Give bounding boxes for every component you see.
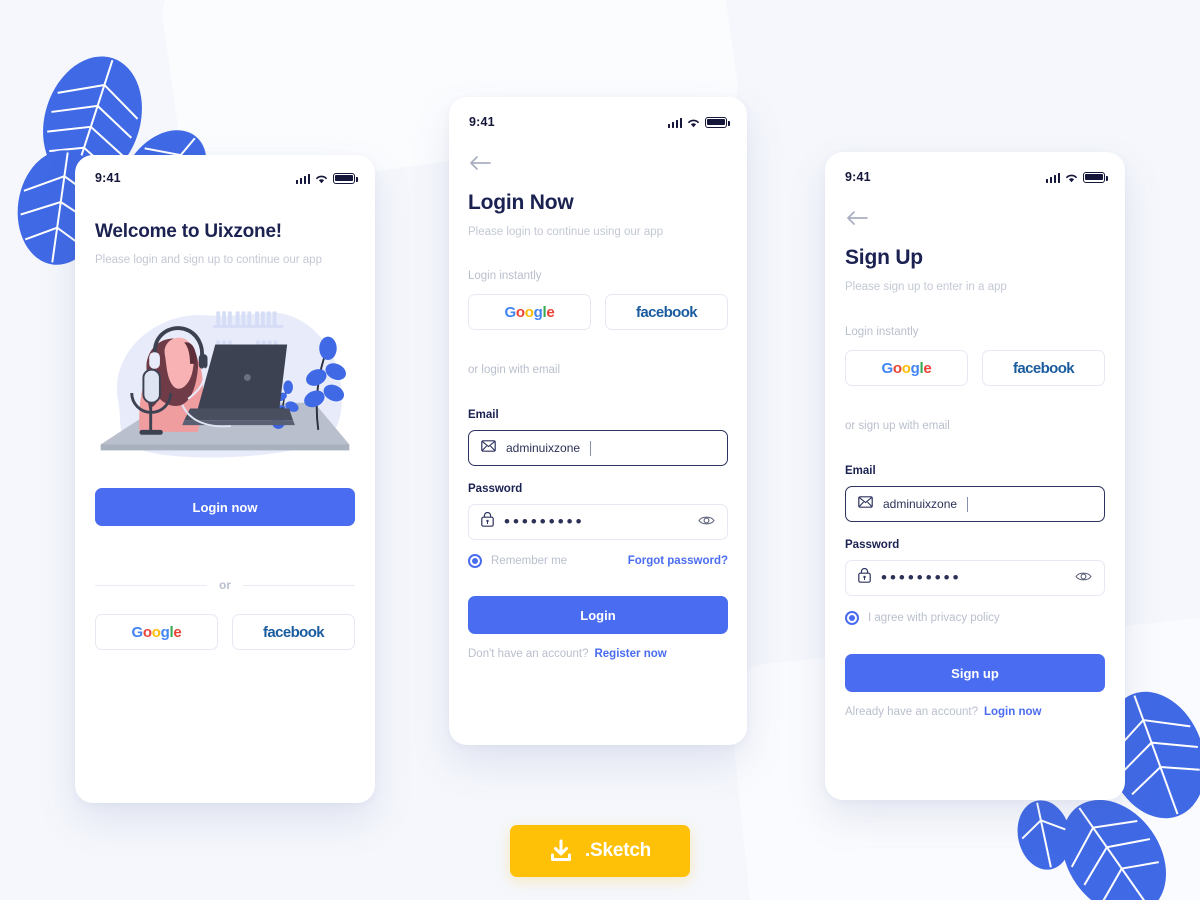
- facebook-login-button[interactable]: facebook: [605, 294, 728, 330]
- battery-icon: [705, 116, 730, 128]
- page-subtitle: Please sign up to enter in a app: [845, 281, 1007, 293]
- privacy-policy-radio[interactable]: [845, 611, 859, 625]
- page-title: Login Now: [468, 191, 574, 214]
- email-divider-label: or login with email: [468, 364, 561, 376]
- phone-screen-welcome: 9:41 Welcome to Uixzone! Please login an…: [75, 155, 375, 803]
- email-value: adminuixzone: [506, 441, 581, 455]
- google-logo: Google: [131, 623, 182, 641]
- status-bar: 9:41: [449, 105, 747, 139]
- status-bar: 9:41: [75, 161, 375, 195]
- download-sketch-label: .Sketch: [584, 840, 652, 861]
- lock-icon: [858, 567, 871, 588]
- facebook-login-button[interactable]: facebook: [232, 614, 355, 650]
- welcome-illustration: [75, 284, 375, 474]
- status-icons: [295, 172, 358, 184]
- or-divider-label: or: [219, 578, 231, 592]
- eye-icon[interactable]: [1075, 569, 1092, 587]
- facebook-logo: facebook: [635, 303, 698, 321]
- google-logo: Google: [881, 359, 932, 377]
- email-field[interactable]: adminuixzone: [845, 486, 1105, 522]
- login-instantly-label: Login instantly: [468, 270, 542, 282]
- signup-submit-button[interactable]: Sign up: [845, 654, 1105, 692]
- google-signup-button[interactable]: Google: [845, 350, 968, 386]
- status-time: 9:41: [469, 115, 495, 129]
- phone-screen-login: 9:41 Login Now Please login to continue …: [449, 97, 747, 745]
- login-submit-button[interactable]: Login: [468, 596, 728, 634]
- status-icons: [667, 116, 730, 128]
- battery-icon: [333, 172, 358, 184]
- status-bar: 9:41: [825, 160, 1125, 194]
- text-caret: [967, 496, 969, 512]
- status-time: 9:41: [845, 170, 871, 184]
- or-divider: or: [95, 578, 355, 592]
- envelope-icon: [858, 495, 873, 513]
- page-subtitle: Please login to continue using our app: [468, 226, 664, 238]
- back-arrow-icon[interactable]: [845, 210, 869, 228]
- login-now-link[interactable]: Login now: [984, 706, 1041, 718]
- login-instantly-label: Login instantly: [845, 326, 919, 338]
- password-value: •••••••••: [504, 512, 585, 532]
- email-label: Email: [468, 409, 499, 421]
- forgot-password-link[interactable]: Forgot password?: [628, 555, 728, 567]
- password-label: Password: [845, 539, 900, 551]
- page-title: Welcome to Uixzone!: [95, 221, 282, 242]
- login-prompt-text: Already have an account?: [845, 706, 978, 718]
- phone-screen-signup: 9:41 Sign Up Please sign up to enter in …: [825, 152, 1125, 800]
- password-label: Password: [468, 483, 523, 495]
- register-now-link[interactable]: Register now: [594, 648, 666, 660]
- login-now-button[interactable]: Login now: [95, 488, 355, 526]
- back-arrow-icon[interactable]: [468, 155, 492, 173]
- email-field[interactable]: adminuixzone: [468, 430, 728, 466]
- email-label: Email: [845, 465, 876, 477]
- signal-icon: [1045, 172, 1060, 183]
- facebook-logo: facebook: [1012, 359, 1075, 377]
- password-field[interactable]: •••••••••: [845, 560, 1105, 596]
- facebook-logo: facebook: [262, 623, 325, 641]
- password-field[interactable]: •••••••••: [468, 504, 728, 540]
- remember-me-radio[interactable]: [468, 554, 482, 568]
- text-caret: [590, 440, 592, 456]
- google-login-button[interactable]: Google: [95, 614, 218, 650]
- signup-prompt-text: Don't have an account?: [468, 648, 589, 660]
- status-icons: [1045, 171, 1108, 183]
- email-divider-label: or sign up with email: [845, 420, 950, 432]
- eye-icon[interactable]: [698, 513, 715, 531]
- download-sketch-button[interactable]: .Sketch: [510, 825, 690, 877]
- wifi-icon: [1065, 173, 1078, 183]
- page-title: Sign Up: [845, 246, 923, 269]
- wifi-icon: [315, 174, 328, 184]
- status-time: 9:41: [95, 171, 121, 185]
- battery-icon: [1083, 171, 1108, 183]
- privacy-policy-label: I agree with privacy policy: [868, 612, 1000, 624]
- google-login-button[interactable]: Google: [468, 294, 591, 330]
- signal-icon: [667, 117, 682, 128]
- email-value: adminuixzone: [883, 497, 958, 511]
- remember-me-label: Remember me: [491, 555, 568, 567]
- signal-icon: [295, 173, 310, 184]
- lock-icon: [481, 511, 494, 532]
- page-root: 9:41 Welcome to Uixzone! Please login an…: [0, 0, 1200, 900]
- password-value: •••••••••: [881, 568, 962, 588]
- download-icon: [549, 839, 573, 863]
- envelope-icon: [481, 439, 496, 457]
- page-subtitle: Please login and sign up to continue our…: [95, 254, 322, 266]
- facebook-signup-button[interactable]: facebook: [982, 350, 1105, 386]
- wifi-icon: [687, 118, 700, 128]
- google-logo: Google: [504, 303, 555, 321]
